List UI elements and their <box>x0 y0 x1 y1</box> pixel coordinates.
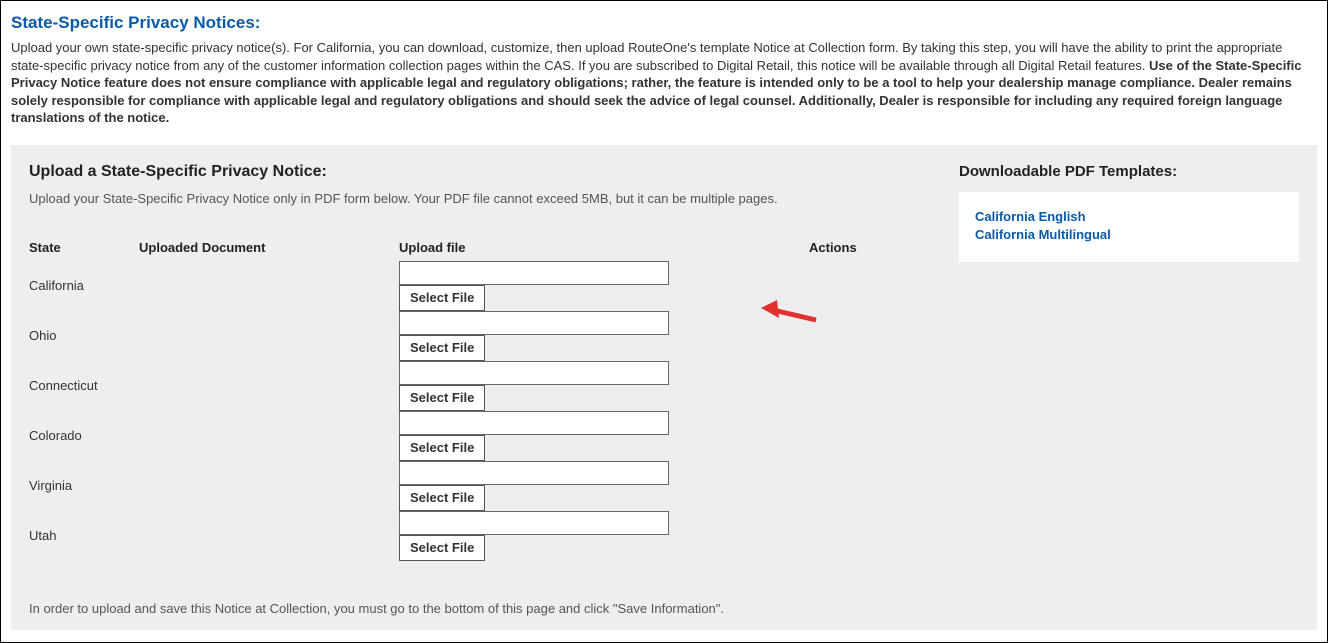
state-cell: California <box>29 278 139 293</box>
upload-table: State Uploaded Document Upload file Acti… <box>29 240 929 561</box>
col-header-state: State <box>29 240 139 255</box>
intro-text-plain: Upload your own state-specific privacy n… <box>11 40 1282 73</box>
page-container: State-Specific Privacy Notices: Upload y… <box>0 0 1328 643</box>
state-cell: Connecticut <box>29 378 139 393</box>
file-path-input[interactable] <box>399 461 669 485</box>
select-file-button[interactable]: Select File <box>399 535 485 561</box>
select-file-button[interactable]: Select File <box>399 335 485 361</box>
file-path-input[interactable] <box>399 511 669 535</box>
upload-file-cell: Select File <box>399 361 759 411</box>
col-header-actions: Actions <box>759 240 839 255</box>
upload-file-cell: Select File <box>399 461 759 511</box>
upload-file-cell: Select File <box>399 311 759 361</box>
downloads-title: Downloadable PDF Templates: <box>959 163 1299 180</box>
upload-file-cell: Select File <box>399 411 759 461</box>
table-row: Utah Select File <box>29 511 929 561</box>
table-row: Colorado Select File <box>29 411 929 461</box>
download-link-ca-multilingual[interactable]: California Multilingual <box>975 226 1283 244</box>
file-path-input[interactable] <box>399 361 669 385</box>
file-path-input[interactable] <box>399 261 669 285</box>
state-cell: Virginia <box>29 478 139 493</box>
state-cell: Utah <box>29 528 139 543</box>
select-file-button[interactable]: Select File <box>399 385 485 411</box>
table-row: California Select File <box>29 261 929 311</box>
table-row: Connecticut Select File <box>29 361 929 411</box>
upload-title: Upload a State-Specific Privacy Notice: <box>29 163 929 181</box>
upload-file-cell: Select File <box>399 511 759 561</box>
upload-description: Upload your State-Specific Privacy Notic… <box>29 191 929 206</box>
downloads-box: California English California Multilingu… <box>959 192 1299 262</box>
table-row: Virginia Select File <box>29 461 929 511</box>
upload-panel-left: Upload a State-Specific Privacy Notice: … <box>29 163 929 616</box>
table-row: Ohio Select File <box>29 311 929 361</box>
file-path-input[interactable] <box>399 411 669 435</box>
downloads-panel: Downloadable PDF Templates: California E… <box>959 163 1299 616</box>
table-header: State Uploaded Document Upload file Acti… <box>29 240 929 255</box>
col-header-file: Upload file <box>399 240 759 255</box>
upload-footnote: In order to upload and save this Notice … <box>29 601 929 616</box>
select-file-button[interactable]: Select File <box>399 435 485 461</box>
file-path-input[interactable] <box>399 311 669 335</box>
state-cell: Ohio <box>29 328 139 343</box>
section-title: State-Specific Privacy Notices: <box>11 13 1317 33</box>
download-link-ca-english[interactable]: California English <box>975 208 1283 226</box>
upload-file-cell: Select File <box>399 261 759 311</box>
upload-panel: Upload a State-Specific Privacy Notice: … <box>11 145 1317 630</box>
col-header-doc: Uploaded Document <box>139 240 399 255</box>
state-cell: Colorado <box>29 428 139 443</box>
select-file-button[interactable]: Select File <box>399 485 485 511</box>
intro-paragraph: Upload your own state-specific privacy n… <box>11 39 1317 127</box>
select-file-button[interactable]: Select File <box>399 285 485 311</box>
